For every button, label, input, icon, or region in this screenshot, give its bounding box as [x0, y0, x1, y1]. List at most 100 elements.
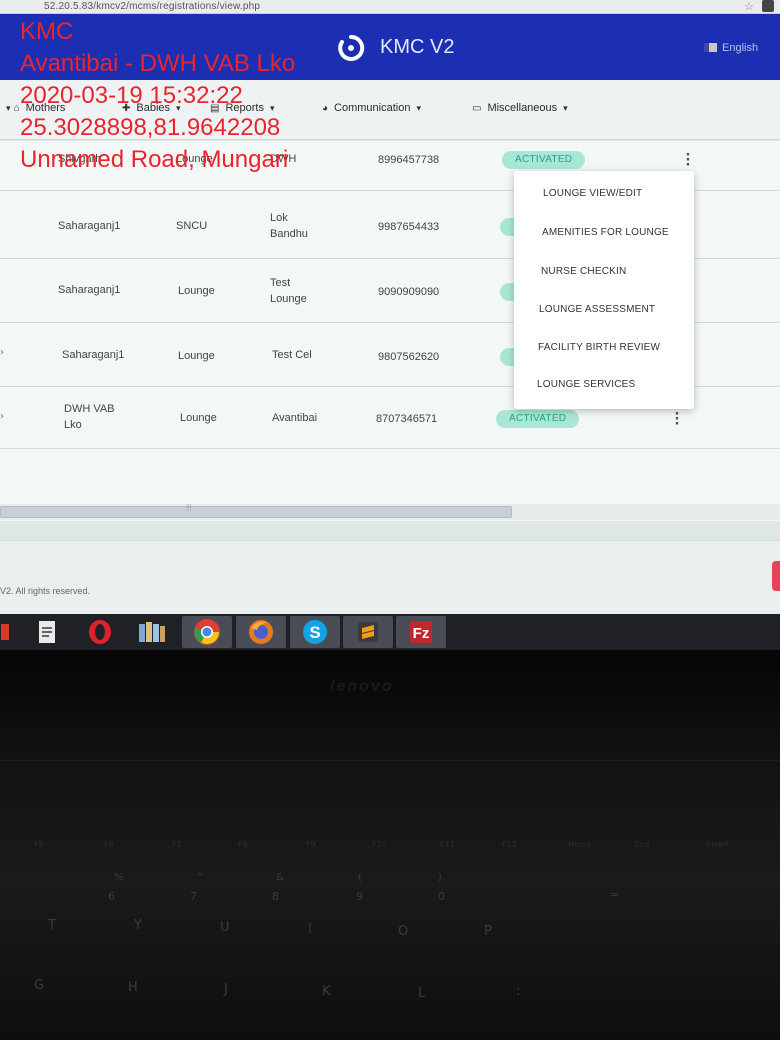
chevron-down-icon: ▾: [416, 103, 421, 113]
flag-icon: [704, 43, 717, 52]
key: 7: [190, 890, 197, 903]
file-explorer-icon[interactable]: [0, 616, 12, 648]
key: T: [48, 918, 56, 933]
stamp-app-name: KMC: [20, 18, 74, 45]
firefox-icon[interactable]: [236, 616, 286, 648]
bookmark-star-icon[interactable]: ☆: [744, 0, 754, 13]
windows-taskbar: S Fz: [0, 614, 780, 650]
key: K: [322, 984, 331, 999]
home-icon: ⌂: [13, 103, 20, 114]
phone-cell: 8707346571: [376, 413, 438, 425]
nav-item-communication[interactable]: ◕ Communication ▾: [322, 102, 421, 114]
key: 8: [272, 890, 279, 903]
facility-cell: Avantibai: [272, 412, 318, 424]
key: F5: [34, 840, 44, 849]
language-label[interactable]: English: [722, 42, 758, 54]
phone-cell: 8996457738: [378, 154, 440, 166]
menu-item-amenities[interactable]: AMENITIES FOR LOUNGE: [542, 227, 669, 238]
kmc-logo-icon: [338, 34, 365, 61]
menu-item-lounge-assessment[interactable]: LOUNGE ASSESSMENT: [539, 304, 655, 315]
key: 9: [356, 890, 363, 903]
floating-action-button[interactable]: [772, 561, 780, 591]
skype-icon[interactable]: S: [290, 616, 340, 648]
row-marker: ›: [0, 411, 4, 422]
key: I: [308, 922, 312, 937]
opera-icon[interactable]: [80, 616, 120, 648]
type-cell: Lounge: [178, 350, 215, 362]
key: P: [484, 924, 492, 939]
district-cell: Saharaganj1: [58, 220, 121, 232]
phone-cell: 9090909090: [378, 286, 440, 298]
row-actions-menu: LOUNGE VIEW/EDIT AMENITIES FOR LOUNGE NU…: [514, 171, 694, 409]
menu-item-lounge-view-edit[interactable]: LOUNGE VIEW/EDIT: [543, 188, 642, 199]
key: G: [34, 978, 45, 993]
key: F9: [306, 840, 316, 849]
menu-item-nurse-checkin[interactable]: NURSE CHECKIN: [541, 266, 626, 277]
nav-item-miscellaneous[interactable]: ▭ Miscellaneous ▾: [472, 102, 568, 114]
extension-icon[interactable]: [762, 0, 774, 12]
key: :: [516, 984, 521, 999]
library-icon[interactable]: [130, 616, 174, 648]
row-marker: ›: [0, 347, 4, 358]
keyboard-edge: [0, 760, 780, 761]
facility-cell: Test Cel: [272, 349, 312, 361]
key: 0: [438, 890, 445, 903]
copyright-text: V2. All rights reserved.: [0, 586, 91, 596]
type-cell: SNCU: [176, 220, 208, 232]
key: F11: [440, 840, 455, 849]
facility-cell: Lok Bandhu: [270, 212, 308, 240]
district-cell: Saharaganj1: [58, 284, 121, 296]
stamp-timestamp: 2020-03-19 15:32:22: [20, 82, 243, 109]
key: End: [634, 840, 650, 849]
laptop-brand-logo: lenovo: [330, 678, 394, 695]
laptop-keyboard-deck: lenovo F5 F6 F7 F8 F9 F10 F11 F12 Home E…: [0, 650, 780, 1040]
scrollbar-thumb[interactable]: [0, 506, 512, 518]
stamp-facility: Avantibai - DWH VAB Lko: [20, 50, 296, 77]
key: Home: [568, 840, 592, 849]
page-footer: V2. All rights reserved.: [0, 540, 780, 614]
globe-icon: ◕: [322, 103, 329, 114]
scrollbar-grip-icon: ⦙⦙⦙: [186, 503, 192, 512]
chevron-down-icon: ▾: [6, 103, 11, 113]
chrome-icon[interactable]: [182, 616, 232, 648]
chevron-down-icon: ▾: [563, 103, 568, 113]
url-text[interactable]: 52.20.5.83/kmcv2/mcms/registrations/view…: [44, 1, 260, 12]
menu-item-lounge-services[interactable]: LOUNGE SERVICES: [537, 379, 635, 390]
district-cell: DWH VAB Lko: [64, 403, 115, 431]
key: U: [220, 920, 230, 935]
key: F10: [372, 840, 387, 849]
photo-stamp-overlay: KMC Avantibai - DWH VAB Lko 2020-03-19 1…: [20, 16, 295, 176]
phone-cell: 9987654433: [378, 221, 440, 233]
key: (: [358, 872, 362, 883]
key: F8: [238, 840, 248, 849]
svg-text:Fz: Fz: [413, 625, 430, 642]
key: F6: [104, 840, 114, 849]
status-badge: ACTIVATED: [502, 151, 586, 169]
key: F12: [502, 840, 517, 849]
key: Y: [134, 918, 142, 933]
type-cell: Lounge: [180, 412, 217, 424]
stamp-coordinates: 25.3028898,81.9642208: [20, 114, 281, 141]
svg-text:S: S: [309, 623, 320, 642]
folder-icon: ▭: [472, 103, 482, 114]
kebab-menu-icon[interactable]: · · ·: [685, 149, 691, 172]
menu-item-facility-birth-review[interactable]: FACILITY BIRTH REVIEW: [538, 342, 660, 353]
key: ): [438, 872, 442, 883]
stamp-address: Unnamed Road, Mungari: [20, 146, 289, 173]
key: H: [128, 980, 138, 995]
filezilla-icon[interactable]: Fz: [396, 616, 446, 648]
language-selector[interactable]: English: [704, 42, 758, 54]
status-badge: ACTIVATED: [496, 410, 580, 428]
key: F7: [172, 840, 182, 849]
key: L: [418, 986, 426, 1001]
key: J: [224, 982, 228, 997]
document-icon[interactable]: [30, 616, 64, 648]
phone-cell: 9807562620: [378, 351, 440, 363]
key: O: [398, 924, 409, 939]
key: Insert: [706, 840, 729, 849]
kebab-menu-icon[interactable]: · · ·: [674, 408, 680, 431]
browser-address-bar[interactable]: 52.20.5.83/kmcv2/mcms/registrations/view…: [0, 0, 780, 14]
district-cell: Saharaganj1: [62, 349, 125, 361]
key: =: [610, 888, 620, 901]
sublime-icon[interactable]: [343, 616, 393, 648]
